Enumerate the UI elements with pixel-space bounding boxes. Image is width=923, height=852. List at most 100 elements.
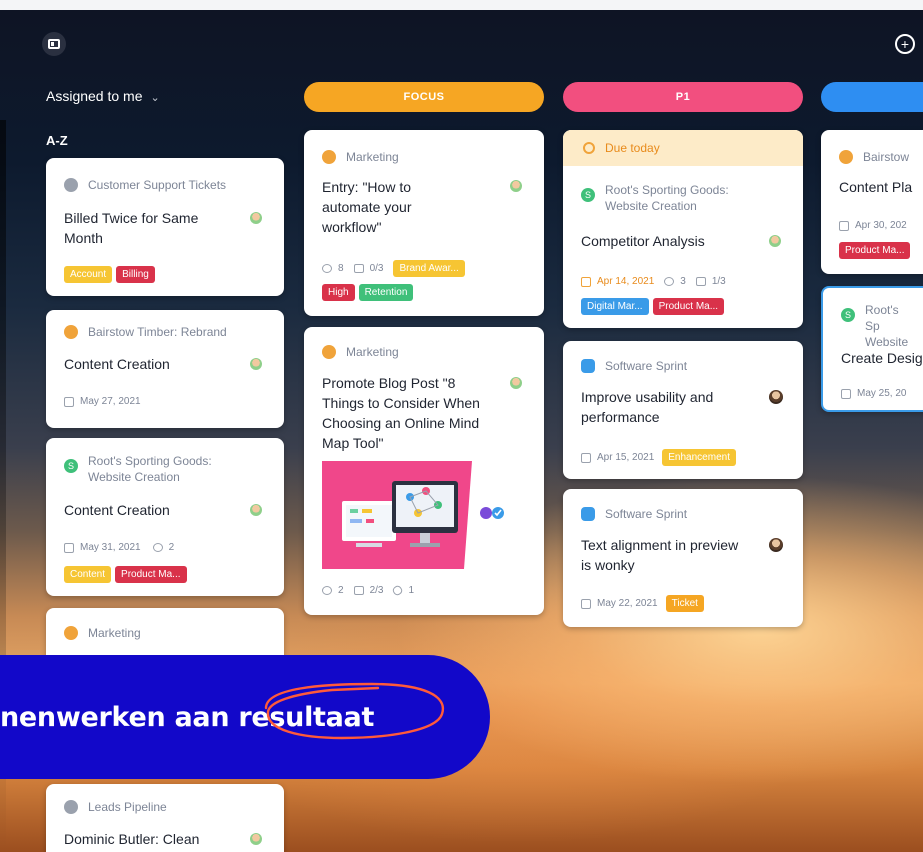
avatar <box>510 180 522 192</box>
project-label: Leads Pipeline <box>64 800 167 814</box>
avatar <box>250 358 262 370</box>
task-card[interactable]: Marketing Entry: "How to automate your w… <box>304 130 544 316</box>
task-title: Entry: "How to automate your workflow" <box>322 179 412 235</box>
column-header-next[interactable] <box>821 82 923 112</box>
project-label: Marketing <box>322 150 399 164</box>
task-card[interactable]: S Root's Sporting Goods: Website Creation… <box>46 438 284 596</box>
project-icon <box>322 150 336 164</box>
task-title: Content Pla <box>839 179 913 195</box>
project-label: Software Sprint <box>581 507 687 521</box>
task-card[interactable]: Marketing Promote Blog Post "8 Things to… <box>304 327 544 615</box>
layout-icon <box>48 39 60 49</box>
project-icon <box>64 325 78 339</box>
project-label: Software Sprint <box>581 359 687 373</box>
due-date: Apr 15, 2021 <box>597 452 655 463</box>
calendar-icon <box>64 542 74 553</box>
task-title: Promote Blog Post "8 Things to Consider … <box>322 375 480 451</box>
tag: Content <box>64 566 112 583</box>
task-title: Dominic Butler: Clean <box>64 831 200 847</box>
task-card[interactable]: Software Sprint Improve usability and pe… <box>563 341 803 479</box>
task-title: Text alignment in preview is wonky <box>581 537 739 573</box>
task-card[interactable]: Bairstow Content Pla Apr 30, 202 Product… <box>821 130 923 274</box>
project-icon <box>839 150 853 164</box>
sort-label[interactable]: A-Z <box>46 133 68 148</box>
due-date: May 31, 2021 <box>80 542 141 553</box>
project-label: Marketing <box>322 345 399 359</box>
avatar <box>510 377 522 389</box>
due-date: May 25, 20 <box>857 388 907 399</box>
avatar <box>769 390 783 404</box>
project-label: S Root's Sp Website <box>841 302 923 350</box>
attachment-icon <box>391 584 405 597</box>
tag: Digital Mar... <box>581 298 649 315</box>
avatar <box>769 538 783 552</box>
avatar <box>769 235 781 247</box>
comment-icon <box>152 543 163 552</box>
comment-icon <box>322 586 332 595</box>
project-icon: S <box>581 188 595 202</box>
calendar-icon <box>839 220 849 231</box>
plus-circle-icon: + <box>900 36 910 52</box>
project-icon: S <box>64 459 78 473</box>
calendar-icon <box>841 388 851 399</box>
checklist-count: 1/3 <box>711 276 726 287</box>
task-title: Create Desig <box>841 350 923 366</box>
project-label: Customer Support Tickets <box>64 178 226 192</box>
task-card[interactable]: Bairstow Timber: Rebrand Content Creatio… <box>46 310 284 428</box>
tag: Billing <box>116 266 155 283</box>
project-label: S Root's Sporting Goods: Website Creation <box>64 453 264 485</box>
comment-count: 3 <box>680 276 686 287</box>
project-icon <box>322 345 336 359</box>
highlight-circle <box>264 682 445 740</box>
comment-icon <box>664 277 675 286</box>
project-label: Marketing <box>64 626 141 640</box>
task-card[interactable]: Leads Pipeline Dominic Butler: Clean <box>46 784 284 852</box>
add-button[interactable]: + <box>895 34 915 54</box>
attachment-count: 1 <box>408 585 415 596</box>
tag: High <box>322 284 355 301</box>
due-today-banner: Due today <box>563 130 803 166</box>
project-icon <box>64 178 78 192</box>
layout-toggle-button[interactable] <box>42 32 66 56</box>
avatar <box>250 504 262 516</box>
task-title: Improve usability and performance <box>581 389 714 425</box>
comment-count: 2 <box>338 585 344 596</box>
assignee-filter-dropdown[interactable]: Assigned to me ⌄ <box>46 88 160 104</box>
tag: Product Ma... <box>652 298 725 315</box>
project-icon <box>581 507 595 521</box>
checklist-icon <box>695 277 706 286</box>
calendar-icon <box>64 396 74 407</box>
blog-post-illustration <box>322 461 504 569</box>
task-card-selected[interactable]: S Root's Sp Website Create Desig May 25, … <box>821 286 923 412</box>
due-date: May 27, 2021 <box>80 396 141 407</box>
due-date: May 22, 2021 <box>597 598 658 609</box>
project-icon <box>64 626 78 640</box>
due-date: Apr 14, 2021 <box>597 276 655 287</box>
task-card[interactable]: Software Sprint Text alignment in previe… <box>563 489 803 627</box>
comment-icon <box>322 264 332 273</box>
task-title: Competitor Analysis <box>581 233 705 249</box>
comment-count: 8 <box>338 263 344 274</box>
comment-count: 2 <box>168 542 175 553</box>
app-window: + Assigned to me ⌄ A-Z FOCUS P1 Customer … <box>0 0 923 852</box>
checklist-count: 2/3 <box>369 585 384 596</box>
clock-icon <box>583 142 595 154</box>
task-card[interactable]: Customer Support Tickets Billed Twice fo… <box>46 158 284 296</box>
due-date: Apr 30, 202 <box>855 220 907 231</box>
project-icon: S <box>841 308 855 322</box>
avatar <box>250 212 262 224</box>
avatar <box>250 833 262 845</box>
calendar-icon <box>581 452 591 463</box>
calendar-icon <box>581 276 591 287</box>
filter-label: Assigned to me <box>46 88 143 104</box>
chevron-down-icon: ⌄ <box>150 92 160 104</box>
project-icon <box>64 800 78 814</box>
column-header-focus[interactable]: FOCUS <box>304 82 544 112</box>
tag: Product Ma... <box>115 566 187 583</box>
task-card[interactable]: Due today S Root's Sporting Goods: Websit… <box>563 130 803 328</box>
tag: Brand Awar... <box>393 260 465 277</box>
column-header-p1[interactable]: P1 <box>563 82 803 112</box>
tag: Product Ma... <box>839 242 911 259</box>
checklist-icon <box>353 586 364 595</box>
task-title: Content Creation <box>64 502 170 518</box>
